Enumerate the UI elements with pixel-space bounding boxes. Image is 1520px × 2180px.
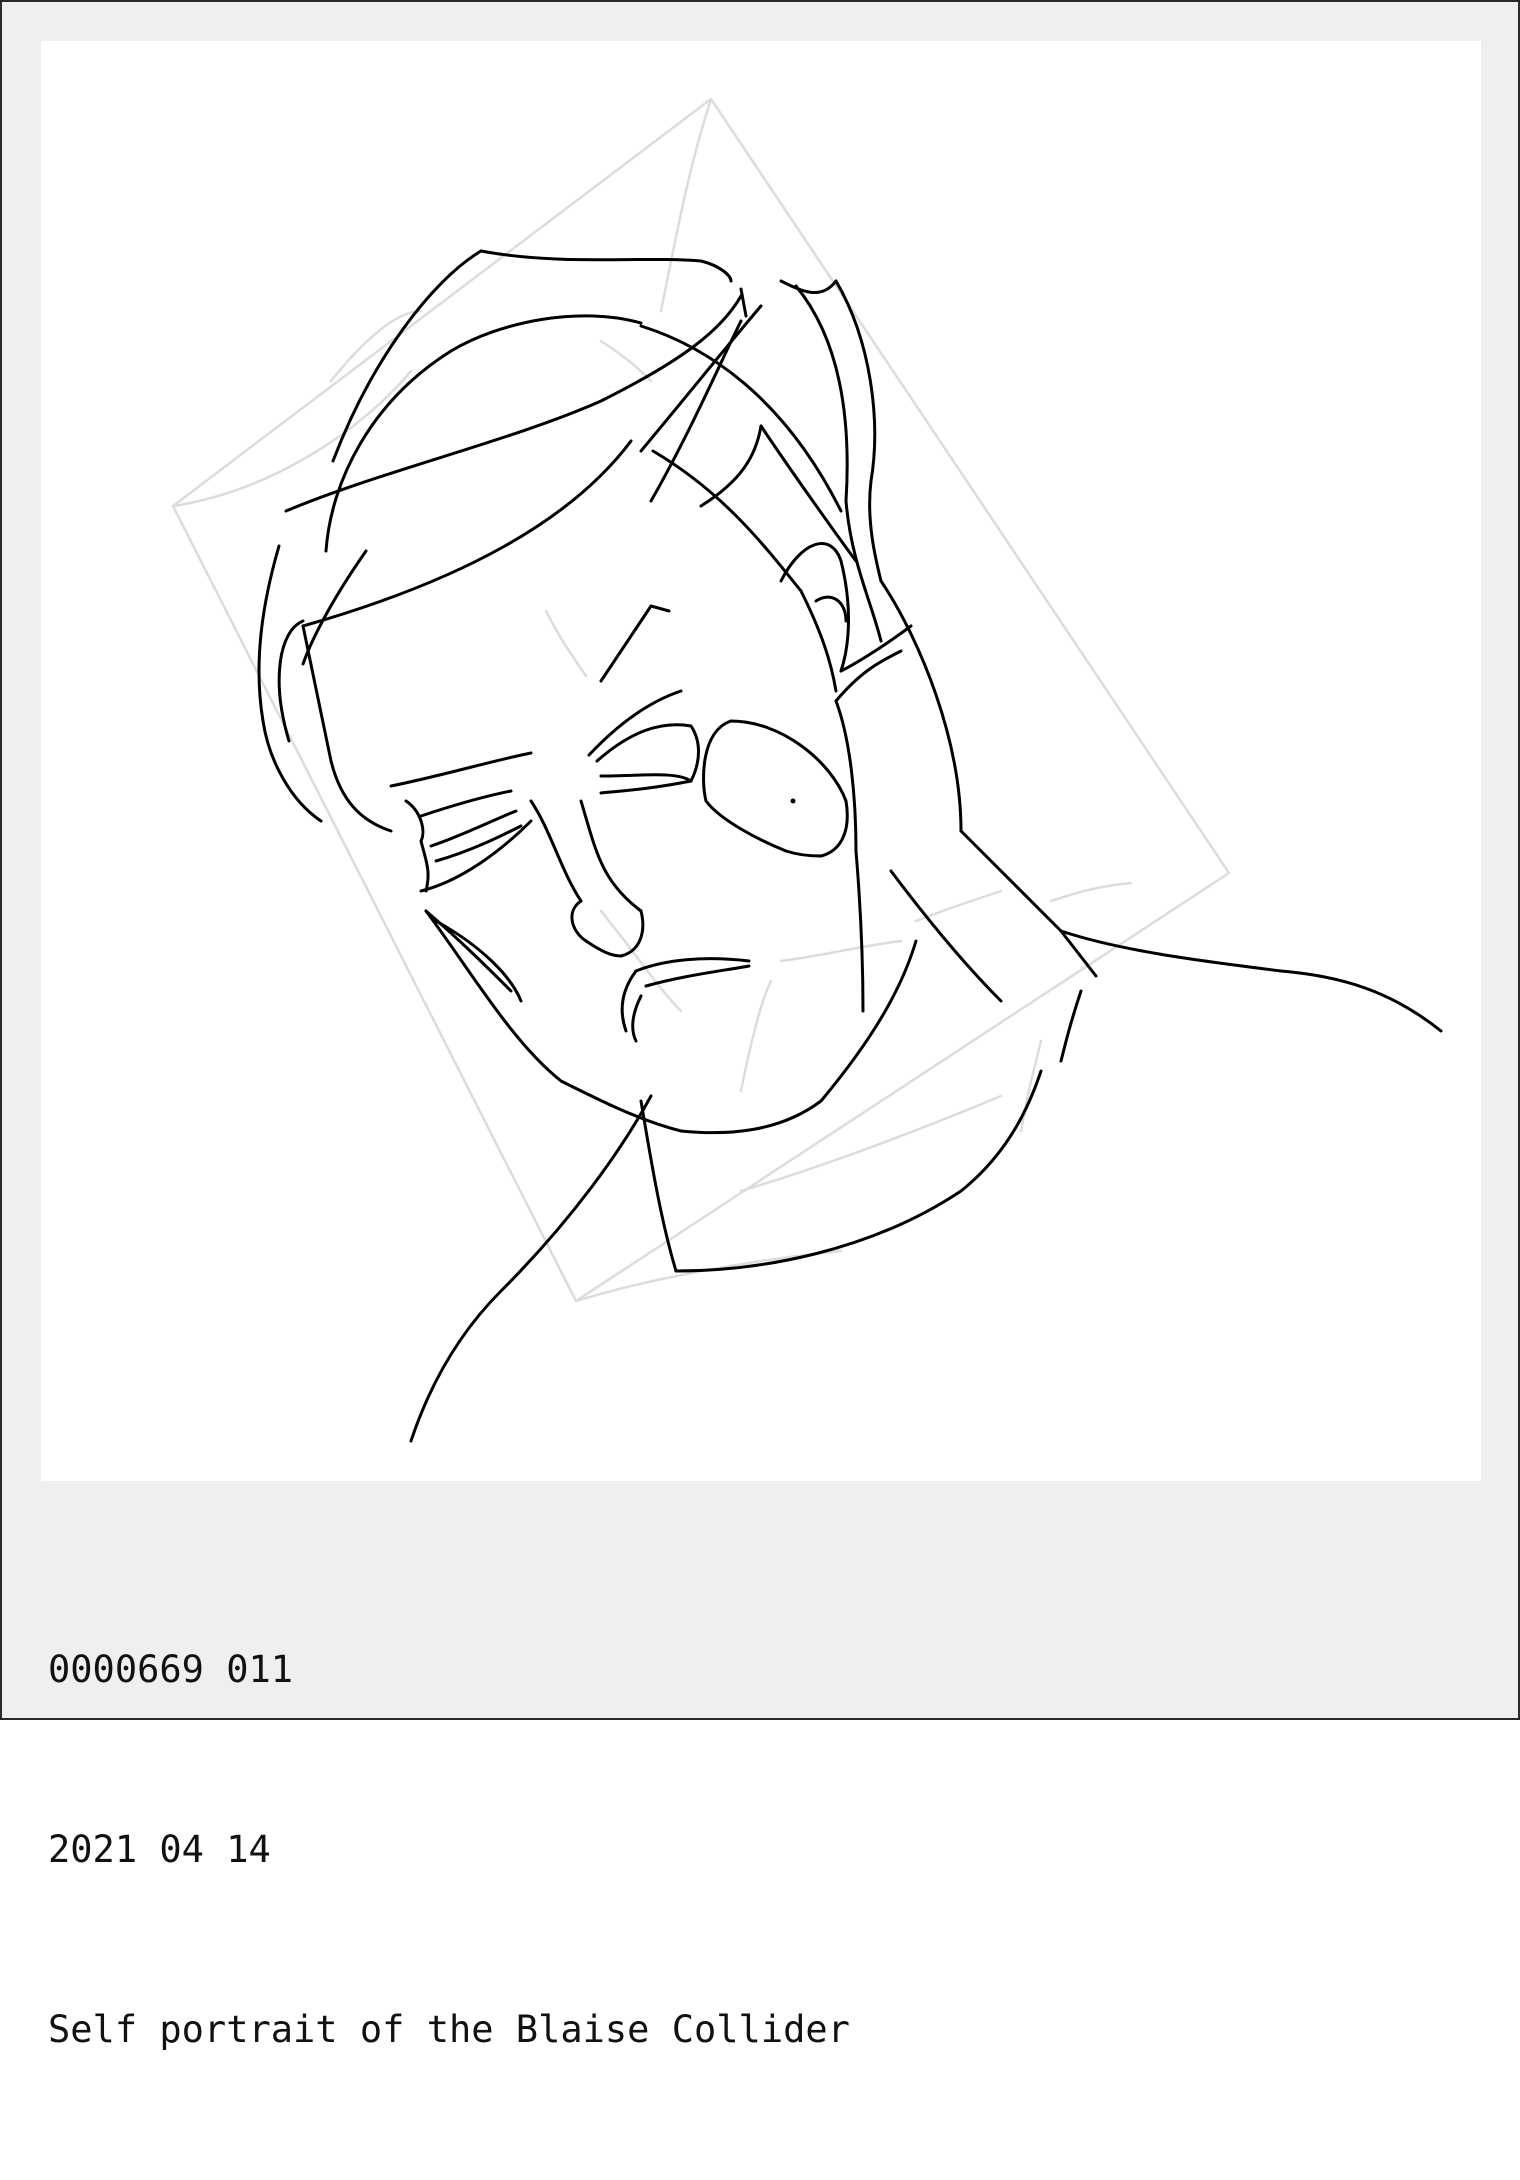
drawing-canvas [41, 41, 1481, 1481]
guide-lines [171, 97, 1231, 1303]
caption-date: 2021 04 14 [48, 1828, 271, 1871]
caption-block: 0000669 011 2021 04 14 Self portrait of … [48, 1520, 850, 2180]
polaroid-frame: 0000669 011 2021 04 14 Self portrait of … [0, 0, 1520, 2051]
pupil-dot [790, 798, 796, 804]
caption-id: 0000669 011 [48, 1648, 294, 1691]
caption-title: Self portrait of the Blaise Collider [48, 2008, 850, 2051]
ink-strokes [257, 249, 1443, 1443]
portrait-drawing [171, 97, 1443, 1443]
